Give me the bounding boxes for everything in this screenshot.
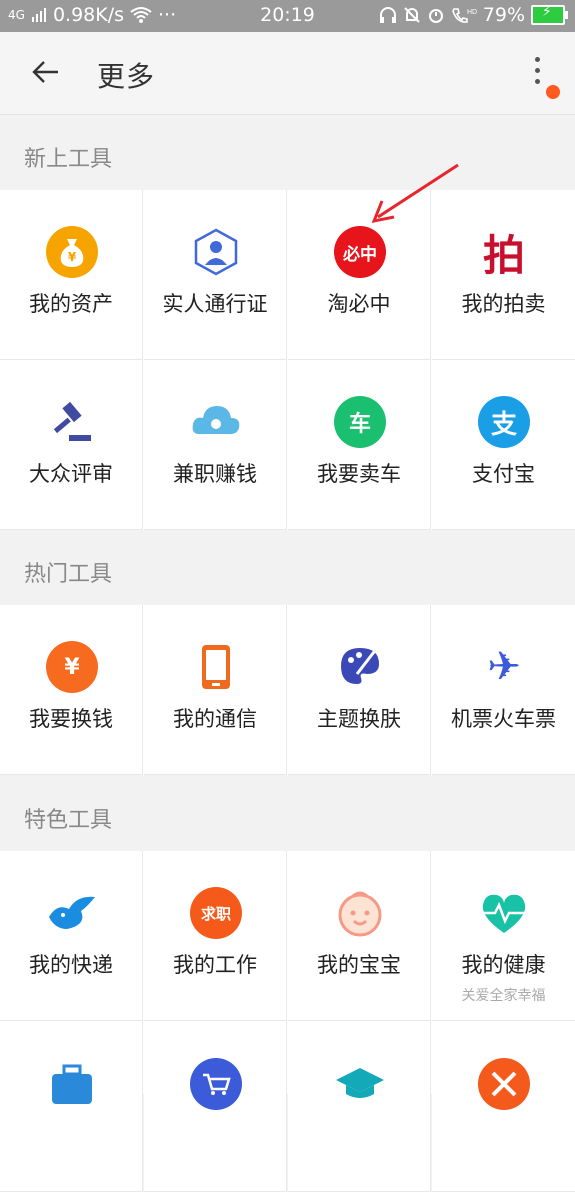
tool-label: 我的工作 <box>173 953 257 977</box>
money-bag-icon: ¥ <box>46 226 98 278</box>
tool-sell-car[interactable]: 车 我要卖车 <box>288 360 431 530</box>
tool-part-time-earn[interactable]: 兼职赚钱 <box>144 360 287 530</box>
tool-my-job[interactable]: 求职 我的工作 <box>144 851 287 1021</box>
tool-label: 我的健康 <box>461 953 546 977</box>
section-hot-tools-grid: ¥ 我要换钱 我的通信 主题换肤 ✈ 机票火车票 <box>0 605 575 775</box>
tool-label: 我的通信 <box>173 707 257 731</box>
shopping-cart-icon <box>190 1058 242 1110</box>
svg-text:HD: HD <box>467 9 477 16</box>
hd-call-icon: HD <box>451 8 477 23</box>
battery-icon: ⚡ <box>531 4 568 25</box>
tool-education[interactable] <box>288 1022 431 1192</box>
tool-shopping[interactable] <box>144 1022 287 1192</box>
annotation-arrow-icon <box>371 163 459 224</box>
theme-palette-icon <box>334 641 386 693</box>
tool-public-review[interactable]: 大众评审 <box>0 360 143 530</box>
section-title: 特色工具 <box>24 808 113 833</box>
alarm-icon <box>428 9 443 23</box>
section-featured-tools-grid: 我的快递 求职 我的工作 我的宝宝 我的健康 关爱全家幸福 <box>0 851 575 1192</box>
part-time-cloud-icon <box>190 396 242 448</box>
svg-text:¥: ¥ <box>68 250 77 264</box>
tool-luggage[interactable] <box>0 1022 143 1192</box>
tool-label: 我的宝宝 <box>317 953 401 977</box>
alipay-icon: 支 <box>478 396 530 448</box>
section-featured-tools-header: 特色工具 <box>0 776 575 851</box>
tool-label: 兼职赚钱 <box>173 462 257 486</box>
health-heart-icon <box>478 887 530 939</box>
baby-face-icon <box>334 887 386 939</box>
tool-alipay[interactable]: 支 支付宝 <box>432 360 575 530</box>
money-exchange-icon: ¥ <box>46 641 98 693</box>
tool-my-baby[interactable]: 我的宝宝 <box>288 851 431 1021</box>
tool-my-delivery[interactable]: 我的快递 <box>0 851 143 1021</box>
section-new-tools-grid: ¥ 我的资产 实人通行证 必中 淘必中 拍 我的拍卖 大众评审 兼职赚钱 车 我… <box>0 190 575 530</box>
tool-tools[interactable] <box>432 1022 575 1192</box>
graduation-cap-icon <box>334 1058 386 1110</box>
tool-label: 淘必中 <box>327 292 391 316</box>
tool-label: 大众评审 <box>29 462 113 486</box>
tool-exchange-money[interactable]: ¥ 我要换钱 <box>0 605 143 775</box>
notification-dot <box>546 85 560 99</box>
tool-label: 我的资产 <box>29 292 113 316</box>
tool-theme-skin[interactable]: 主题换肤 <box>288 605 431 775</box>
tool-label: 主题换肤 <box>317 707 401 731</box>
tool-label: 我要换钱 <box>29 707 113 731</box>
mute-bell-icon <box>404 7 420 23</box>
airplane-icon: ✈ <box>487 644 521 690</box>
headset-icon <box>379 7 396 23</box>
tool-label: 支付宝 <box>472 462 535 486</box>
app-header: 更多 <box>0 32 575 115</box>
pencil-ruler-icon <box>478 1058 530 1110</box>
tool-label: 我的拍卖 <box>461 292 546 316</box>
luggage-icon <box>46 1058 98 1110</box>
sell-car-icon: 车 <box>334 396 386 448</box>
tool-flight-train-tickets[interactable]: ✈ 机票火车票 <box>432 605 575 775</box>
page-title: 更多 <box>97 60 156 93</box>
judge-gavel-icon <box>46 396 98 448</box>
tool-sublabel: 关爱全家幸福 <box>461 988 546 1004</box>
tool-my-assets[interactable]: ¥ 我的资产 <box>0 190 143 360</box>
more-menu-icon[interactable] <box>527 52 547 94</box>
tool-label: 我的快递 <box>29 953 113 977</box>
section-title: 热门工具 <box>24 562 113 587</box>
identity-pass-icon <box>190 226 242 278</box>
section-hot-tools-header: 热门工具 <box>0 530 575 605</box>
phone-icon <box>190 641 242 693</box>
tool-my-health[interactable]: 我的健康 关爱全家幸福 <box>432 851 575 1021</box>
tool-label: 机票火车票 <box>451 707 556 731</box>
tool-label: 实人通行证 <box>162 292 268 316</box>
delivery-bird-icon <box>46 887 98 939</box>
tool-label: 我要卖车 <box>317 462 401 486</box>
section-title: 新上工具 <box>24 147 113 172</box>
job-qiuzhi-icon: 求职 <box>190 887 242 939</box>
status-bar: 4G 0.98K/s ··· 20:19 HD 79% ⚡ <box>0 0 575 32</box>
auction-pai-icon: 拍 <box>482 230 525 280</box>
battery-percent: 79% <box>482 4 525 26</box>
tool-my-communication[interactable]: 我的通信 <box>144 605 287 775</box>
section-new-tools-header: 新上工具 <box>0 115 575 190</box>
back-arrow-icon[interactable] <box>26 52 66 92</box>
tool-real-identity-pass[interactable]: 实人通行证 <box>144 190 287 360</box>
